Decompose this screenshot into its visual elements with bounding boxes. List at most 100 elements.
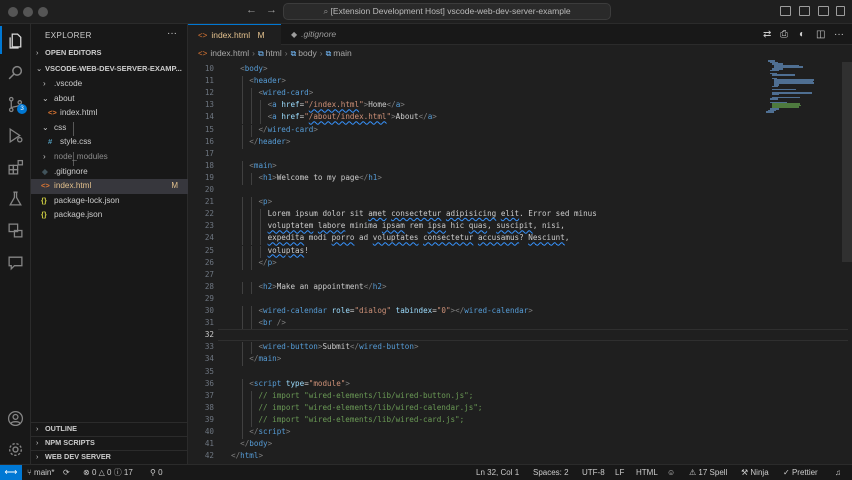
ports-count: 0 xyxy=(158,468,163,477)
prettier-label: Prettier xyxy=(791,468,818,477)
code-line: <script type="module"> xyxy=(249,378,350,388)
line-number: 41 xyxy=(204,439,214,449)
customize-layout-icon[interactable] xyxy=(836,6,845,16)
tree-item-package-lock-json[interactable]: {} package-lock.json xyxy=(31,194,188,209)
branch-status[interactable]: ⑂ main* xyxy=(27,465,54,480)
breadcrumb-item[interactable]: main xyxy=(333,48,351,58)
tab-gitignore[interactable]: ◆ .gitignore xyxy=(281,24,361,45)
tree-item-about[interactable]: ⌄ about xyxy=(31,92,188,107)
web-dev-server-section[interactable]: › WEB DEV SERVER xyxy=(31,450,188,463)
git-file-icon: ◆ xyxy=(291,30,298,39)
minimap[interactable] xyxy=(766,60,836,120)
line-number: 16 xyxy=(204,136,214,146)
indent-guide xyxy=(251,100,253,113)
chevron-down-icon: ⌄ xyxy=(42,94,49,103)
tree-item-css[interactable]: ⌄ css xyxy=(31,121,188,136)
line-number: 27 xyxy=(204,269,214,279)
indent-guide xyxy=(242,221,244,234)
indent-guide xyxy=(251,88,253,101)
search-activity[interactable] xyxy=(0,58,31,86)
toggle-secondary-sidebar-icon[interactable] xyxy=(818,6,829,16)
forward-button[interactable]: → xyxy=(266,4,277,16)
code-line: <wired-card> xyxy=(258,88,314,98)
spell-status[interactable]: ⚠ 17 Spell xyxy=(689,465,727,480)
tab-index-html[interactable]: <> index.html M xyxy=(188,24,281,45)
code-line: </body> xyxy=(240,439,273,449)
indent-guide xyxy=(251,233,253,246)
project-section[interactable]: ⌄ VSCODE-WEB-DEV-SERVER-EXAMP... xyxy=(31,62,188,76)
source-control-activity[interactable]: 3 xyxy=(0,90,31,118)
tree-item-about-index-html[interactable]: <> index.html xyxy=(31,106,188,121)
breadcrumb-item[interactable]: body xyxy=(298,48,316,58)
minimize-window-button[interactable] xyxy=(23,7,33,17)
tree-item-label: .gitignore xyxy=(54,167,88,176)
toggle-primary-sidebar-icon[interactable] xyxy=(780,6,791,16)
problems-status[interactable]: ⊗ 0 △ 0 ⓘ 17 xyxy=(83,465,133,480)
more-actions-icon[interactable]: ··· xyxy=(834,29,844,40)
tab-label: .gitignore xyxy=(301,29,337,39)
explorer-activity[interactable] xyxy=(0,26,31,54)
indent-guide xyxy=(242,427,244,440)
outline-section[interactable]: › OUTLINE xyxy=(31,422,188,435)
eol-status[interactable]: LF xyxy=(615,465,624,480)
language-status[interactable]: HTML xyxy=(636,465,658,480)
symbol-icon: ⧉ xyxy=(257,49,264,58)
vertical-scrollbar[interactable] xyxy=(842,62,852,262)
tree-item-style-css[interactable]: # style.css xyxy=(31,135,188,150)
breadcrumb-item[interactable]: index.html xyxy=(210,48,249,58)
info-icon: ⓘ xyxy=(113,468,124,477)
accounts-activity[interactable] xyxy=(0,404,31,432)
open-editors-section[interactable]: › OPEN EDITORS xyxy=(31,46,188,60)
manage-activity[interactable] xyxy=(0,435,31,463)
open-changes-icon[interactable]: ◐ xyxy=(799,29,805,40)
indent-guide xyxy=(251,221,253,234)
encoding-status[interactable]: UTF-8 xyxy=(582,465,605,480)
indentation-status[interactable]: Spaces: 2 xyxy=(533,465,569,480)
tree-item-gitignore[interactable]: ◆ .gitignore xyxy=(31,165,188,180)
split-editor-icon[interactable]: ◫ xyxy=(816,29,825,40)
toggle-panel-icon[interactable] xyxy=(799,6,810,16)
compare-changes-icon[interactable]: ⇄ xyxy=(763,29,771,40)
line-number: 36 xyxy=(204,378,214,388)
tree-item-label: node_modules xyxy=(54,152,108,161)
sync-icon[interactable]: ⟳ xyxy=(63,465,70,480)
indent-guide xyxy=(242,281,244,294)
line-number: 29 xyxy=(204,293,214,303)
project-label: VSCODE-WEB-DEV-SERVER-EXAMP... xyxy=(45,64,182,73)
cursor-position[interactable]: Ln 32, Col 1 xyxy=(476,465,519,480)
breadcrumb-item[interactable]: html xyxy=(266,48,282,58)
close-window-button[interactable] xyxy=(8,7,18,17)
code-line: </p> xyxy=(258,257,277,267)
extensions-activity[interactable] xyxy=(0,153,31,181)
command-center-title: [Extension Development Host] vscode-web-… xyxy=(330,6,571,16)
maximize-window-button[interactable] xyxy=(38,7,48,17)
indent-guide xyxy=(242,245,244,258)
testing-activity[interactable] xyxy=(0,184,31,212)
chevron-down-icon: ⌄ xyxy=(36,64,43,73)
indent-guide xyxy=(242,197,244,210)
code-editor[interactable]: 10 <body> 11 <header> 12 <wired-card> 13 <a hre… xyxy=(188,64,848,472)
npm-scripts-section[interactable]: › NPM SCRIPTS xyxy=(31,436,188,449)
tree-item-index-html[interactable]: <> index.html M xyxy=(31,179,188,194)
html-file-icon: <> xyxy=(198,31,208,40)
run-debug-activity[interactable] xyxy=(0,121,31,149)
minimap-line xyxy=(772,85,778,88)
print-icon[interactable]: ⎙ xyxy=(780,29,788,40)
remote-indicator[interactable]: ⟷ xyxy=(0,465,22,480)
ports-status[interactable]: ⚲ 0 xyxy=(150,465,163,480)
copilot-icon[interactable]: ☺ xyxy=(667,465,675,480)
line-number: 17 xyxy=(204,148,214,158)
chat-activity[interactable] xyxy=(0,248,31,276)
prettier-status[interactable]: ✓ Prettier xyxy=(783,465,818,480)
indent-guide xyxy=(242,124,244,137)
back-button[interactable]: ← xyxy=(246,4,257,16)
ninja-status[interactable]: ⚒ Ninja xyxy=(741,465,769,480)
tree-item-vscode[interactable]: › .vscode xyxy=(31,77,188,92)
remote-explorer-activity[interactable] xyxy=(0,216,31,244)
command-center[interactable]: ⌕ [Extension Development Host] vscode-we… xyxy=(283,3,611,20)
notifications-icon[interactable]: ♫ xyxy=(835,465,841,480)
line-number: 35 xyxy=(204,366,214,376)
tree-item-package-json[interactable]: {} package.json xyxy=(31,208,188,223)
tree-item-node-modules[interactable]: › node_modules xyxy=(31,150,188,165)
more-actions-icon[interactable]: ··· xyxy=(167,28,177,39)
